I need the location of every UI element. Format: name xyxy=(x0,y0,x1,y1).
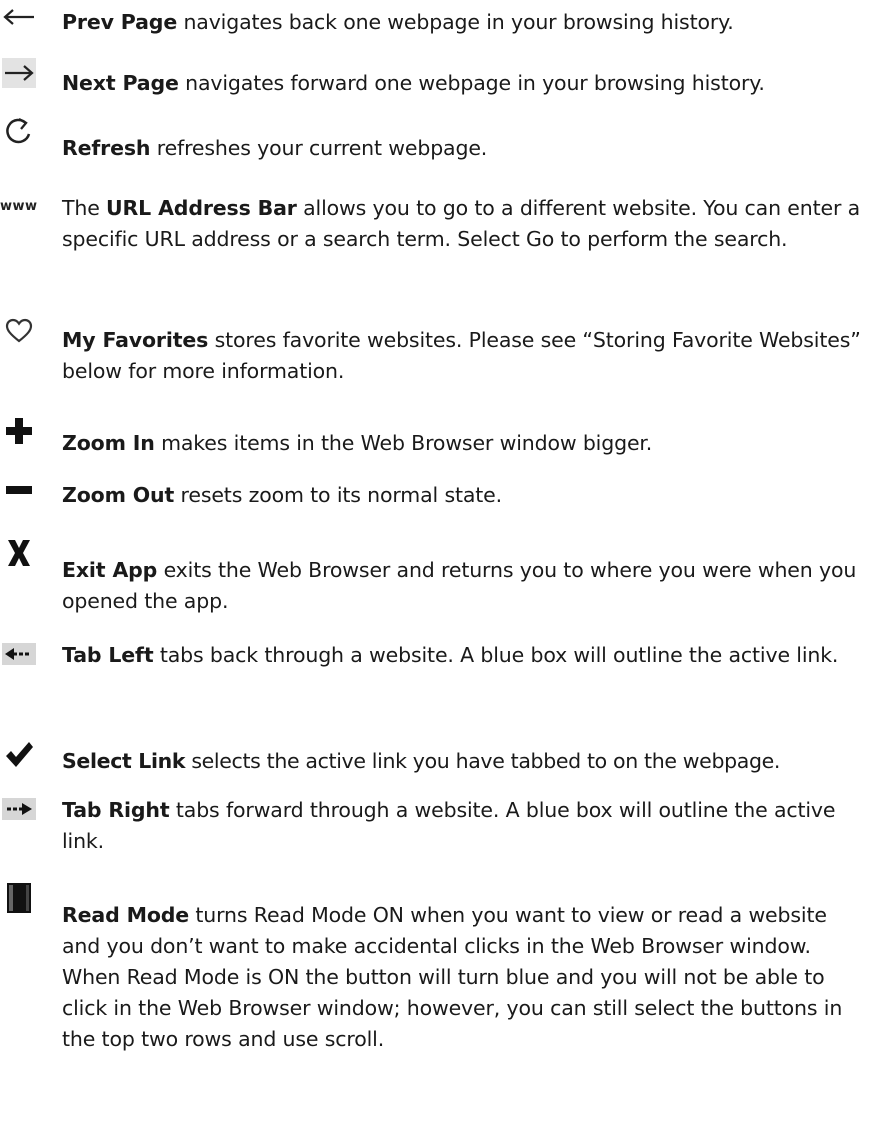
entry-text: The URL Address Bar allows you to go to … xyxy=(62,193,862,255)
back-arrow-icon xyxy=(2,2,36,32)
entry-text: Read Mode turns Read Mode ON when you wa… xyxy=(62,900,862,1055)
x-close-icon xyxy=(2,536,36,570)
entry-desc: tabs back through a website. A blue box … xyxy=(153,643,839,667)
entry-text: Zoom In makes items in the Web Browser w… xyxy=(62,428,862,459)
entry-term: Select Link xyxy=(62,749,186,773)
entry-term: Prev Page xyxy=(62,10,178,34)
entry-text: Exit App exits the Web Browser and retur… xyxy=(62,555,862,617)
entry-text: Prev Page navigates back one webpage in … xyxy=(62,7,862,38)
entry-desc: navigates back one webpage in your brows… xyxy=(177,10,734,34)
entry-desc: resets zoom to its normal state. xyxy=(174,483,503,507)
plus-icon xyxy=(2,415,36,447)
www-icon-text: www xyxy=(0,198,38,214)
tab-left-icon xyxy=(2,643,36,665)
entry-text: Tab Right tabs forward through a website… xyxy=(62,795,862,857)
entry-text: Select Link selects the active link you … xyxy=(62,746,862,777)
tab-right-icon xyxy=(2,798,36,820)
entry-term: Tab Left xyxy=(62,643,154,667)
entry-desc: selects the active link you have tabbed … xyxy=(185,749,781,773)
entry-text: Next Page navigates forward one webpage … xyxy=(62,68,862,99)
entry-desc: tabs forward through a website. A blue b… xyxy=(62,798,836,853)
entry-text: Refresh refreshes your current webpage. xyxy=(62,133,862,164)
entry-term: Zoom Out xyxy=(62,483,175,507)
entry-term: Read Mode xyxy=(62,903,190,927)
entry-desc: makes items in the Web Browser window bi… xyxy=(154,431,653,455)
entry-term: Exit App xyxy=(62,558,158,582)
entry-term: My Favorites xyxy=(62,328,209,352)
www-icon: www xyxy=(0,196,56,216)
entry-desc: refreshes your current webpage. xyxy=(150,136,488,160)
entry-term: Tab Right xyxy=(62,798,170,822)
entry-text: Tab Left tabs back through a website. A … xyxy=(62,640,862,671)
refresh-icon xyxy=(2,115,36,149)
entry-term: Next Page xyxy=(62,71,179,95)
entry-text: My Favorites stores favorite websites. P… xyxy=(62,325,862,387)
entry-desc: exits the Web Browser and returns you to… xyxy=(62,558,857,613)
checkmark-icon xyxy=(2,739,36,771)
entry-term: Zoom In xyxy=(62,431,155,455)
entry-term: Refresh xyxy=(62,136,151,160)
heart-icon xyxy=(2,316,36,346)
read-mode-icon xyxy=(2,880,36,916)
entry-term: URL Address Bar xyxy=(106,196,297,220)
minus-icon xyxy=(2,478,36,502)
forward-arrow-icon xyxy=(2,58,36,88)
entry-text: Zoom Out resets zoom to its normal state… xyxy=(62,480,862,511)
entry-desc: navigates forward one webpage in your br… xyxy=(178,71,765,95)
entry-prefix: The xyxy=(62,196,107,220)
